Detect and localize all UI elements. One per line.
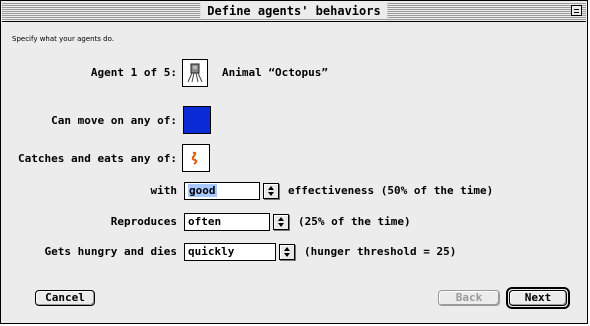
hunger-popup[interactable]: quickly	[184, 243, 276, 261]
move-label: Can move on any of:	[51, 114, 177, 127]
title-bar[interactable]: Define agents' behaviors	[2, 2, 586, 22]
collapse-box-icon[interactable]	[571, 5, 582, 16]
reproduces-value: often	[188, 215, 222, 228]
next-button[interactable]: Next	[509, 290, 567, 306]
reproduces-popup[interactable]: often	[184, 213, 270, 231]
effectiveness-popup[interactable]: good	[184, 182, 260, 200]
window-title: Define agents' behaviors	[200, 3, 388, 19]
effectiveness-with-label: with	[150, 184, 178, 197]
agent-name: Animal “Octopus”	[222, 66, 328, 79]
cancel-button[interactable]: Cancel	[35, 290, 95, 306]
dialog-window: Define agents' behaviors Specify what yo…	[0, 0, 588, 324]
back-button[interactable]: Back	[438, 290, 500, 306]
reproduces-label: Reproduces	[110, 215, 177, 228]
hunger-label: Gets hungry and dies	[44, 245, 177, 258]
hunger-stepper-icon[interactable]	[279, 244, 295, 260]
reproduces-stepper-icon[interactable]	[273, 214, 289, 230]
effectiveness-suffix: effectiveness (50% of the time)	[288, 184, 494, 197]
effectiveness-stepper-icon[interactable]	[263, 183, 279, 199]
octopus-agent-icon	[182, 59, 208, 87]
hunger-suffix: (hunger threshold = 25)	[304, 245, 457, 258]
terrain-swatch[interactable]	[183, 106, 211, 134]
hunger-value: quickly	[188, 245, 235, 258]
agent-label: Agent 1 of 5:	[90, 66, 177, 79]
prey-icon[interactable]	[182, 144, 210, 172]
effectiveness-value: good	[188, 184, 217, 197]
reproduces-suffix: (25% of the time)	[298, 215, 411, 228]
catches-label: Catches and eats any of:	[18, 152, 177, 165]
instruction-text: Specify what your agents do.	[12, 35, 115, 43]
